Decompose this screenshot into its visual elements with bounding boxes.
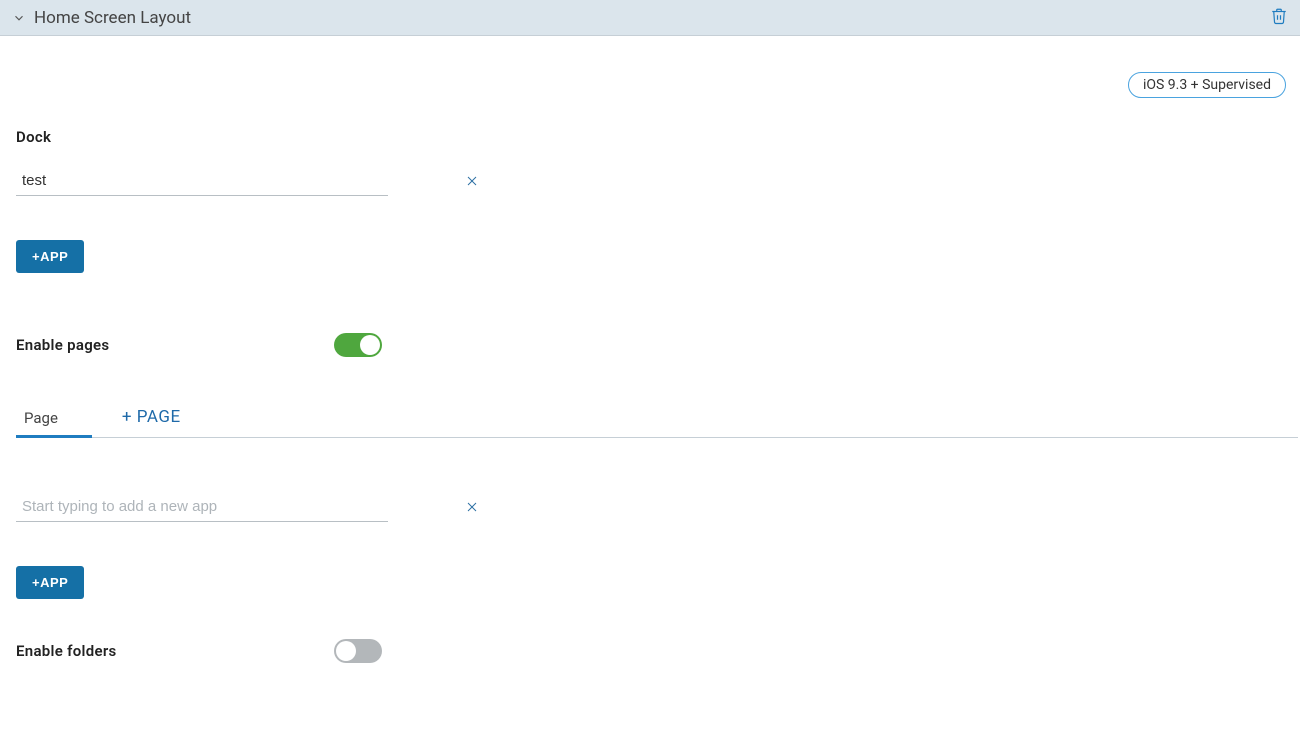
panel-header[interactable]: Home Screen Layout: [0, 0, 1300, 36]
header-left: Home Screen Layout: [12, 8, 191, 28]
dock-app-input[interactable]: [16, 168, 388, 196]
page-tabs: Page + PAGE: [16, 399, 1298, 438]
tab-page[interactable]: Page: [16, 401, 66, 437]
dock-add-app-button[interactable]: +APP: [16, 240, 84, 273]
enable-pages-label: Enable pages: [16, 336, 334, 354]
add-page-button[interactable]: + PAGE: [114, 399, 189, 437]
panel-title: Home Screen Layout: [34, 8, 191, 28]
panel-content: iOS 9.3 + Supervised Dock +APP Enable pa…: [0, 36, 1300, 663]
dock-label: Dock: [16, 128, 1300, 146]
dock-app-row: [16, 168, 1300, 196]
enable-pages-row: Enable pages: [16, 333, 1300, 357]
enable-folders-toggle[interactable]: [334, 639, 382, 663]
close-icon[interactable]: [466, 173, 478, 191]
enable-pages-toggle[interactable]: [334, 333, 382, 357]
chevron-down-icon[interactable]: [12, 11, 26, 25]
page-app-input[interactable]: [16, 494, 388, 522]
requirement-badge: iOS 9.3 + Supervised: [1128, 72, 1286, 98]
enable-folders-row: Enable folders: [16, 639, 1300, 663]
enable-folders-label: Enable folders: [16, 642, 334, 660]
close-icon[interactable]: [466, 499, 478, 517]
badge-row: iOS 9.3 + Supervised: [16, 72, 1300, 98]
page-app-row: [16, 494, 1300, 522]
page-add-app-button[interactable]: +APP: [16, 566, 84, 599]
trash-icon[interactable]: [1270, 7, 1288, 29]
